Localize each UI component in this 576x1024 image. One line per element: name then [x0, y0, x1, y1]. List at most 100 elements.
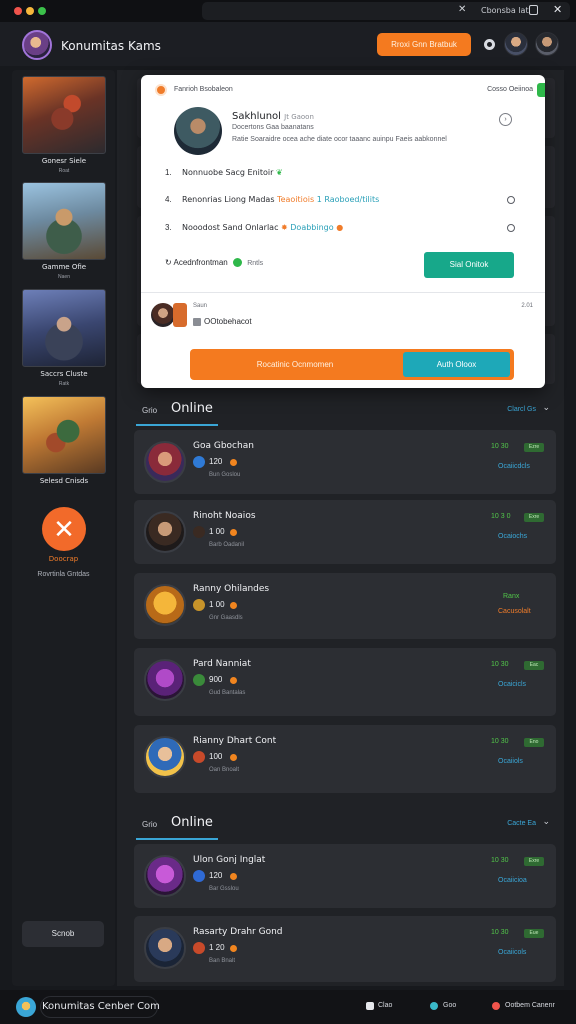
friend-online-time: 10 30 — [491, 443, 509, 450]
option-row[interactable]: 1. Nonnuobe Sacg Enitoir ❦ — [165, 167, 525, 183]
brand-logo[interactable]: ✕ — [42, 507, 86, 551]
section-title: Online — [171, 401, 213, 416]
friend-avatar-1[interactable] — [504, 32, 528, 56]
game-card-title: Saccrs Cluste — [40, 370, 88, 378]
app-logo-icon[interactable] — [16, 997, 36, 1017]
friend-status-link[interactable]: Ocaiochs — [498, 533, 527, 540]
option-row[interactable]: 4. Renonrias Liong Madas Teaoitiois 1 Ra… — [165, 194, 525, 210]
globe-icon[interactable] — [430, 1002, 438, 1010]
game-card[interactable]: Gonesr Siele Roat — [22, 76, 106, 176]
option-row[interactable]: 3. Nooodost Sand Onlarlac ✸ Doabbingo ● — [165, 222, 525, 238]
friend-status-link[interactable]: Ocaiicols — [498, 949, 526, 956]
brand-subtitle: Rovrtinla Gntdas — [37, 571, 90, 578]
friend-online-time: 10 30 — [491, 738, 509, 745]
friend-level: 120 — [209, 457, 223, 466]
profile-name-suffix: Jt Gaoon — [284, 113, 314, 121]
friend-subtitle: Bun Goslou — [209, 472, 241, 478]
option-label-text: Nooodost Sand Onlarlac — [182, 223, 279, 232]
notification-icon[interactable] — [492, 1002, 500, 1010]
option-radio[interactable] — [507, 224, 515, 232]
sender-avatar — [151, 303, 175, 327]
friend-tag: Exre — [524, 513, 544, 522]
friend-name: Ulon Gonj Inglat — [193, 855, 266, 865]
profile-popup: Fanrioh Bsobaleon Cosso Oeiinoa Sakhluno… — [141, 75, 545, 388]
section-underline — [136, 838, 218, 840]
header-action-button[interactable]: Rroxi Gnn Bratbuk — [377, 33, 471, 56]
document-icon[interactable] — [366, 1002, 374, 1010]
game-card-subtitle: Naen — [58, 274, 70, 280]
app-header: Konumitas Kams Rroxi Gnn Bratbuk — [0, 22, 576, 66]
friend-row[interactable]: Rianny Dhart Cont 100 Oan Bnoalt 10 30 E… — [134, 725, 556, 793]
game-card[interactable]: Selesd Cnisds — [22, 396, 106, 496]
search-button[interactable]: Scnob — [22, 921, 104, 947]
profile-name: Sakhlunol Jt Gaoon — [232, 111, 314, 122]
game-card[interactable]: Saccrs Cluste Ratk — [22, 289, 106, 389]
option-number: 1. — [165, 168, 172, 177]
friend-tag: Exre — [524, 857, 544, 866]
game-card[interactable]: Gamme Ofie Naen — [22, 182, 106, 282]
close-icon[interactable]: ✕ — [553, 3, 562, 16]
sender-badge-icon — [173, 303, 187, 327]
chevron-down-icon[interactable]: ⌄ — [542, 402, 550, 413]
friend-online-time: Ranx — [503, 593, 520, 600]
option-label: Renonrias Liong Madas Teaoitiois 1 Raobo… — [182, 195, 379, 204]
popup-divider — [141, 292, 545, 293]
friend-status-link[interactable]: Ocaicicls — [498, 681, 526, 688]
game-cover-image — [22, 289, 106, 367]
friend-online-time: 10 3 0 — [491, 513, 511, 520]
friend-row[interactable]: Ranny Ohilandes 1 00 Gnr Gaasdls Ranx Ca… — [134, 573, 556, 639]
friend-subtitle: Gud Bantalas — [209, 690, 246, 696]
friend-status-link[interactable]: Cacusolalt — [498, 608, 531, 615]
confirm-button[interactable]: Sial Onitok — [424, 252, 514, 278]
coin-icon — [230, 873, 237, 880]
friend-subtitle: Oan Bnoalt — [209, 767, 240, 773]
secondary-action-button[interactable]: Auth Oloox — [403, 352, 510, 377]
friend-row[interactable]: Rasarty Drahr Gond 1 20 Ban Bnalt 10 30 … — [134, 916, 556, 982]
rank-badge-icon — [193, 674, 205, 686]
popup-header-right[interactable]: Cosso Oeiinoa — [487, 86, 533, 93]
section-filter-link[interactable]: Cacte Ea — [507, 820, 536, 827]
friend-tag: Eac — [524, 661, 544, 670]
close-window-dot[interactable] — [14, 7, 22, 15]
sender-time: 2.01 — [521, 303, 533, 309]
lock-icon[interactable] — [529, 5, 538, 15]
achievement-row[interactable]: ↻ Acednfrontman Rntls — [165, 258, 263, 268]
shuffle-icon[interactable]: ✕ — [458, 4, 466, 15]
friend-row[interactable]: Ulon Gonj Inglat 120 Bar Gsslou 10 30 Ex… — [134, 844, 556, 908]
friend-level: 1 00 — [209, 527, 225, 536]
friend-avatar — [144, 659, 186, 701]
leaf-icon: ❦ — [275, 168, 283, 177]
friend-row[interactable]: Rinoht Noaios 1 00 Barb Oadanil 10 3 0 E… — [134, 500, 556, 564]
chevron-down-icon[interactable]: ⌄ — [542, 816, 550, 827]
bottom-item-3[interactable]: Ootbem Canenr — [505, 1002, 555, 1009]
friend-avatar — [144, 855, 186, 897]
friend-row[interactable]: Pard Nanniat 900 Gud Bantalas 10 30 Eac … — [134, 648, 556, 716]
bottom-item-1[interactable]: Clao — [378, 1002, 392, 1009]
user-avatar[interactable] — [22, 30, 52, 60]
friend-level: 1 20 — [209, 943, 225, 952]
bottom-item-2[interactable]: Goo — [443, 1002, 456, 1009]
friend-status-link[interactable]: Ocaiicdcls — [498, 463, 530, 470]
friend-level: 120 — [209, 871, 223, 880]
info-icon[interactable]: › — [499, 113, 512, 126]
coin-icon — [230, 602, 237, 609]
friend-row[interactable]: Goa Gbochan 120 Bun Goslou 10 30 Ezre Oc… — [134, 430, 556, 494]
settings-icon[interactable] — [484, 39, 495, 50]
friend-avatar-2[interactable] — [535, 32, 559, 56]
friend-subtitle: Ban Bnalt — [209, 958, 236, 964]
maximize-window-dot[interactable] — [38, 7, 46, 15]
primary-action-bar[interactable]: Rocatinic Ocnmomen Auth Oloox — [190, 349, 514, 380]
option-radio[interactable] — [507, 196, 515, 204]
friend-status-link[interactable]: Ocaiiols — [498, 758, 523, 765]
section-filter-link[interactable]: Clarcl Gs — [507, 406, 536, 413]
option-label-text: Nonnuobe Sacg Enitoir — [182, 168, 274, 177]
friend-status-link[interactable]: Ocaiicioa — [498, 877, 527, 884]
friend-subtitle: Barb Oadanil — [209, 542, 245, 548]
section-prefix: Grio — [142, 406, 158, 415]
popup-header-left: Fanrioh Bsobaleon — [174, 86, 233, 93]
online-toggle[interactable] — [537, 83, 545, 97]
rank-badge-icon — [193, 942, 205, 954]
popup-logo-icon — [155, 84, 167, 96]
friend-online-time: 10 30 — [491, 661, 509, 668]
minimize-window-dot[interactable] — [26, 7, 34, 15]
